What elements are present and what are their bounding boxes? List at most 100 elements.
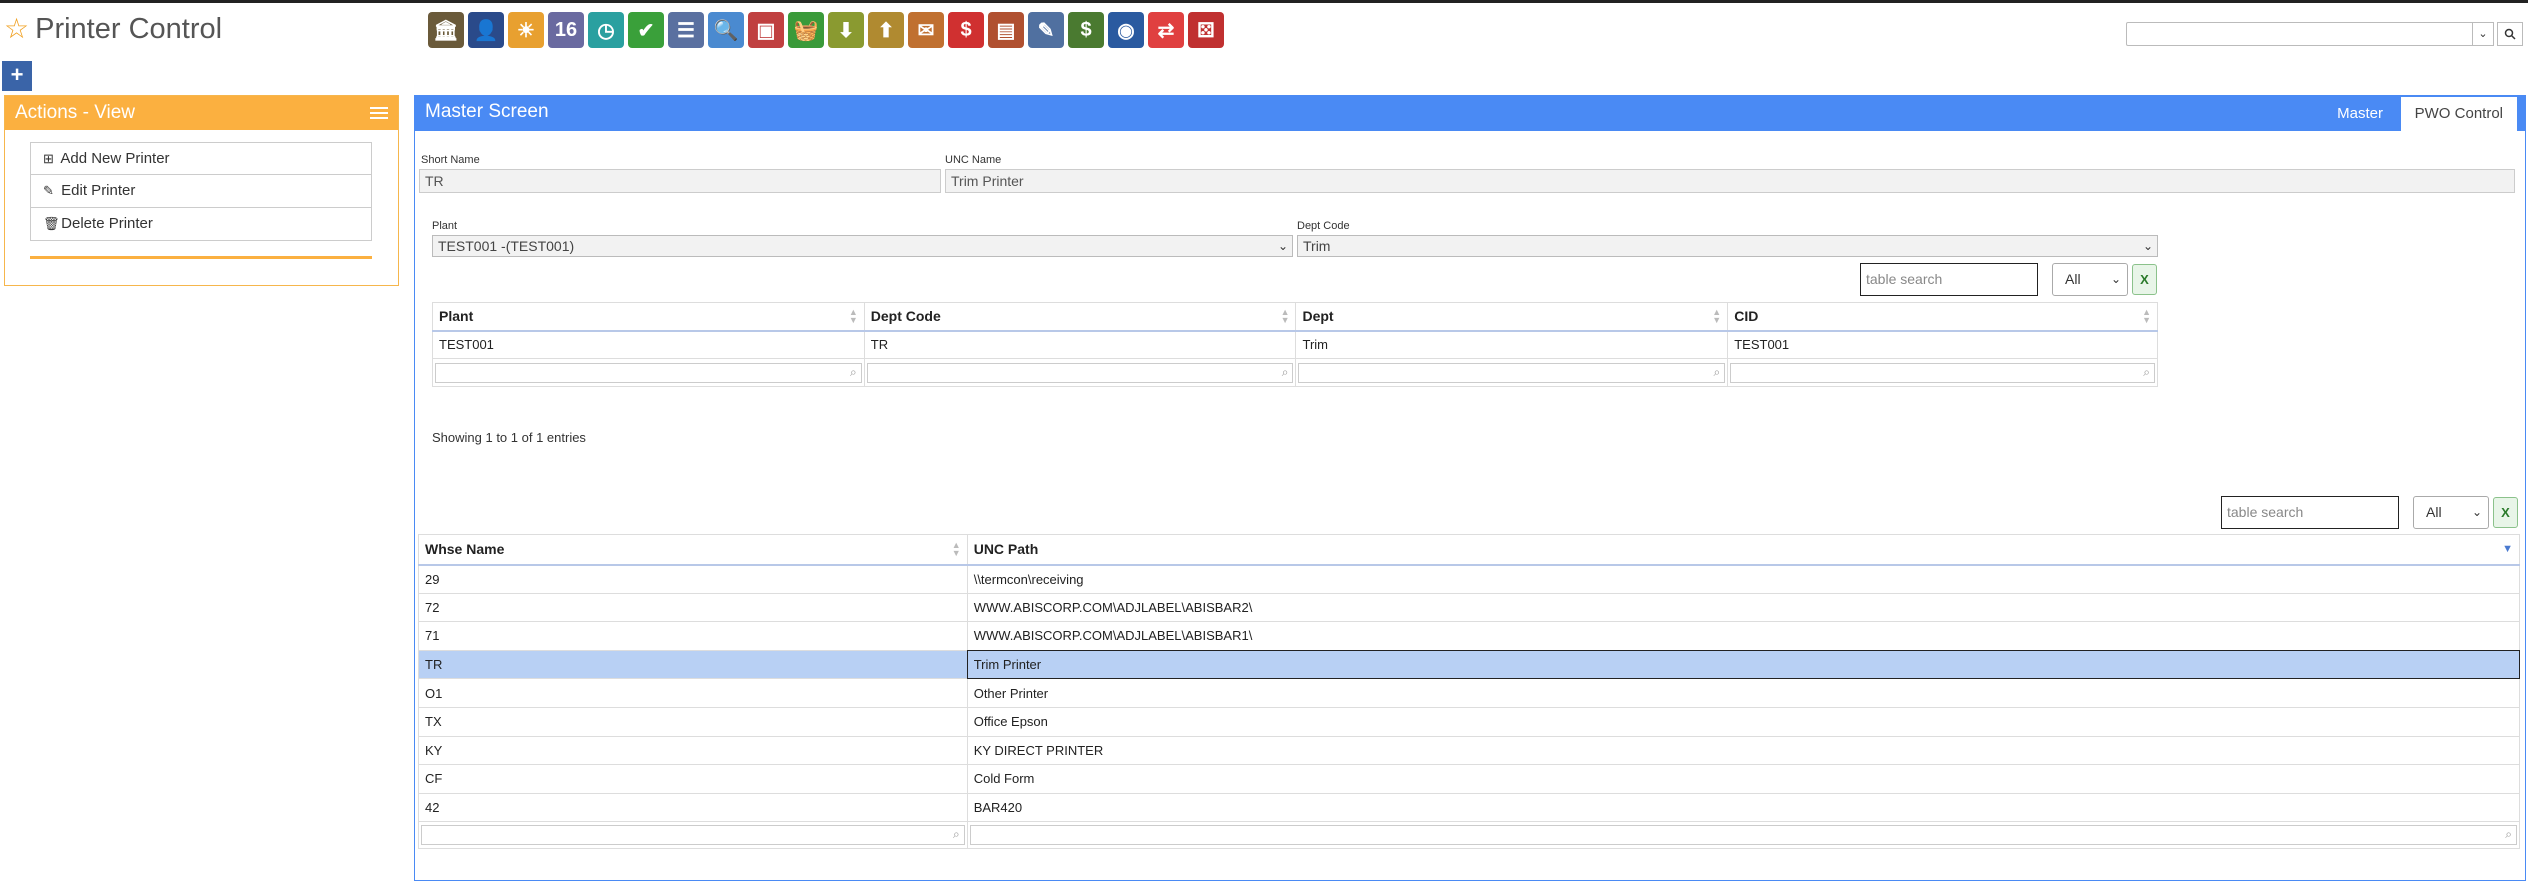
- table-row[interactable]: TX Office Epson: [418, 706, 2521, 737]
- table2-search-input[interactable]: table search: [2221, 496, 2399, 529]
- master-panel-title: Master Screen: [425, 101, 549, 122]
- tab-pwo-control[interactable]: PWO Control: [2400, 97, 2517, 131]
- excel-export-icon[interactable]: X: [2132, 264, 2157, 295]
- trash-icon: 🗑: [43, 216, 60, 231]
- table-cell: TEST001: [1727, 330, 2158, 359]
- table-cell: 29: [418, 564, 968, 594]
- add-button[interactable]: +: [2, 61, 32, 91]
- actions-panel: Actions - View ⊞ Add New Printer ✎ Edit …: [4, 95, 399, 286]
- monitor-icon[interactable]: ▣: [748, 12, 784, 48]
- column-header-plant[interactable]: Plant ▲ ▼: [432, 302, 865, 332]
- basket-icon[interactable]: 🧺: [788, 12, 824, 48]
- table-row[interactable]: O1 Other Printer: [418, 678, 2521, 708]
- download-box-icon[interactable]: ⬇: [828, 12, 864, 48]
- table-row[interactable]: 72 WWW.ABISCORP.COM\ADJLABEL\ABISBAR2\: [418, 592, 2521, 623]
- table2-page-size-select[interactable]: All ⌄: [2413, 496, 2489, 529]
- table-row[interactable]: 29 \\termcon\receiving: [418, 564, 2521, 594]
- upload-box-icon[interactable]: ⬆: [868, 12, 904, 48]
- list-icon[interactable]: ☰: [668, 12, 704, 48]
- edit-printer-button[interactable]: ✎ Edit Printer: [30, 175, 372, 208]
- sort-icon: ▲ ▼: [1712, 307, 1722, 326]
- arrows-icon[interactable]: ⇄: [1148, 12, 1184, 48]
- table-row[interactable]: TEST001 TR Trim TEST001: [432, 330, 2158, 359]
- search-icon: ⌕: [1281, 364, 1289, 379]
- dice-icon[interactable]: ⚄: [1188, 12, 1224, 48]
- table-row[interactable]: 71 WWW.ABISCORP.COM\ADJLABEL\ABISBAR1\: [418, 621, 2521, 651]
- dollar-chat-icon[interactable]: $: [948, 12, 984, 48]
- dept-code-select[interactable]: Trim ⌄: [1297, 235, 2158, 257]
- checkmark-icon[interactable]: ✔: [628, 12, 664, 48]
- short-name-field[interactable]: TR: [419, 169, 941, 193]
- table-cell: 72: [418, 592, 968, 623]
- column-filter-input[interactable]: ⌕: [435, 362, 862, 383]
- table-cell: Office Epson: [966, 706, 2521, 737]
- table-cell: KY: [418, 735, 968, 766]
- table-cell: \\termcon\receiving: [966, 564, 2521, 594]
- column-header-dept[interactable]: Dept ▲ ▼: [1295, 302, 1729, 332]
- table-cell: TR: [418, 649, 968, 680]
- table-row[interactable]: TR Trim Printer: [418, 649, 2521, 680]
- hamburger-menu-icon[interactable]: [370, 104, 388, 122]
- table-row[interactable]: 42 BAR420: [418, 792, 2521, 823]
- calendar-icon[interactable]: 16: [548, 12, 584, 48]
- column-filter-input[interactable]: ⌕: [866, 362, 1294, 383]
- tab-master[interactable]: Master: [2323, 97, 2397, 131]
- filter-row: ⌕ ⌕: [418, 821, 2521, 850]
- sort-icon: ▲ ▼: [848, 307, 858, 326]
- table-cell: O1: [418, 678, 968, 708]
- table-cell: Trim Printer: [966, 649, 2521, 680]
- table-row[interactable]: KY KY DIRECT PRINTER: [418, 735, 2521, 766]
- action-label: Delete Printer: [61, 215, 153, 232]
- column-header-unc-path[interactable]: UNC Path ▼: [966, 534, 2521, 566]
- globe-icon[interactable]: ◉: [1108, 12, 1144, 48]
- clock-icon[interactable]: ◷: [588, 12, 624, 48]
- actions-list: ⊞ Add New Printer ✎ Edit Printer 🗑 Delet…: [30, 142, 372, 241]
- table-cell: KY DIRECT PRINTER: [966, 735, 2521, 766]
- bank-icon[interactable]: 🏛: [428, 12, 464, 48]
- unc-name-field[interactable]: Trim Printer: [945, 169, 2515, 193]
- column-filter-input[interactable]: ⌕: [1298, 362, 1726, 383]
- plus-square-icon: ⊞: [43, 151, 54, 166]
- cash-icon[interactable]: $: [1068, 12, 1104, 48]
- chevron-down-icon: ⌄: [2142, 239, 2153, 253]
- column-filter-input[interactable]: ⌕: [1730, 362, 2155, 383]
- column-header-dept-code[interactable]: Dept Code ▲ ▼: [863, 302, 1297, 332]
- chevron-down-icon: ⌄: [2471, 505, 2482, 519]
- document-icon[interactable]: ▤: [988, 12, 1024, 48]
- search-dropdown-icon[interactable]: ⌄: [2472, 22, 2494, 46]
- magnifier-icon[interactable]: 🔍: [708, 12, 744, 48]
- search-icon: ⌕: [1713, 364, 1721, 379]
- pencil-icon[interactable]: ✎: [1028, 12, 1064, 48]
- user-icon[interactable]: 👤: [468, 12, 504, 48]
- column-header-cid[interactable]: CID ▲ ▼: [1727, 302, 2158, 332]
- table1-info: Showing 1 to 1 of 1 entries: [432, 430, 586, 445]
- inbox-icon[interactable]: ✉: [908, 12, 944, 48]
- add-new-printer-button[interactable]: ⊞ Add New Printer: [30, 142, 372, 175]
- table1-page-size-select[interactable]: All ⌄: [2052, 263, 2128, 296]
- global-search-input[interactable]: [2126, 22, 2494, 46]
- divider: [30, 256, 372, 259]
- excel-export-icon[interactable]: X: [2493, 497, 2518, 528]
- toolbar: 🏛 👤 ☀ 16 ◷ ✔ ☰ 🔍 ▣ 🧺 ⬇ ⬆ ✉ $ ▤ ✎ $ ◉ ⇄ ⚄: [428, 12, 1224, 48]
- unc-name-label: UNC Name: [945, 154, 1002, 166]
- table-cell: CF: [418, 764, 968, 794]
- star-icon[interactable]: ☆: [4, 14, 29, 44]
- table-cell: WWW.ABISCORP.COM\ADJLABEL\ABISBAR1\: [966, 621, 2521, 651]
- table-cell: TX: [418, 706, 968, 737]
- plant-select[interactable]: TEST001 -(TEST001) ⌄: [432, 235, 1293, 257]
- table-cell: TEST001: [432, 330, 865, 359]
- search-icon: ⌕: [2143, 364, 2150, 379]
- weather-icon[interactable]: ☀: [508, 12, 544, 48]
- column-filter-input[interactable]: ⌕: [969, 825, 2517, 846]
- search-button[interactable]: [2497, 22, 2523, 46]
- action-label: Edit Printer: [61, 182, 136, 199]
- delete-printer-button[interactable]: 🗑 Delete Printer: [30, 208, 372, 241]
- chevron-down-icon: ⌄: [1277, 239, 1288, 253]
- dept-code-label: Dept Code: [1297, 220, 1350, 232]
- column-header-whse-name[interactable]: Whse Name ▲ ▼: [418, 534, 968, 566]
- page-size-value: All: [2426, 504, 2442, 520]
- column-filter-input[interactable]: ⌕: [421, 825, 965, 846]
- table1-search-input[interactable]: table search: [1860, 263, 2038, 296]
- table-row[interactable]: CF Cold Form: [418, 764, 2521, 794]
- page-size-value: All: [2065, 271, 2081, 287]
